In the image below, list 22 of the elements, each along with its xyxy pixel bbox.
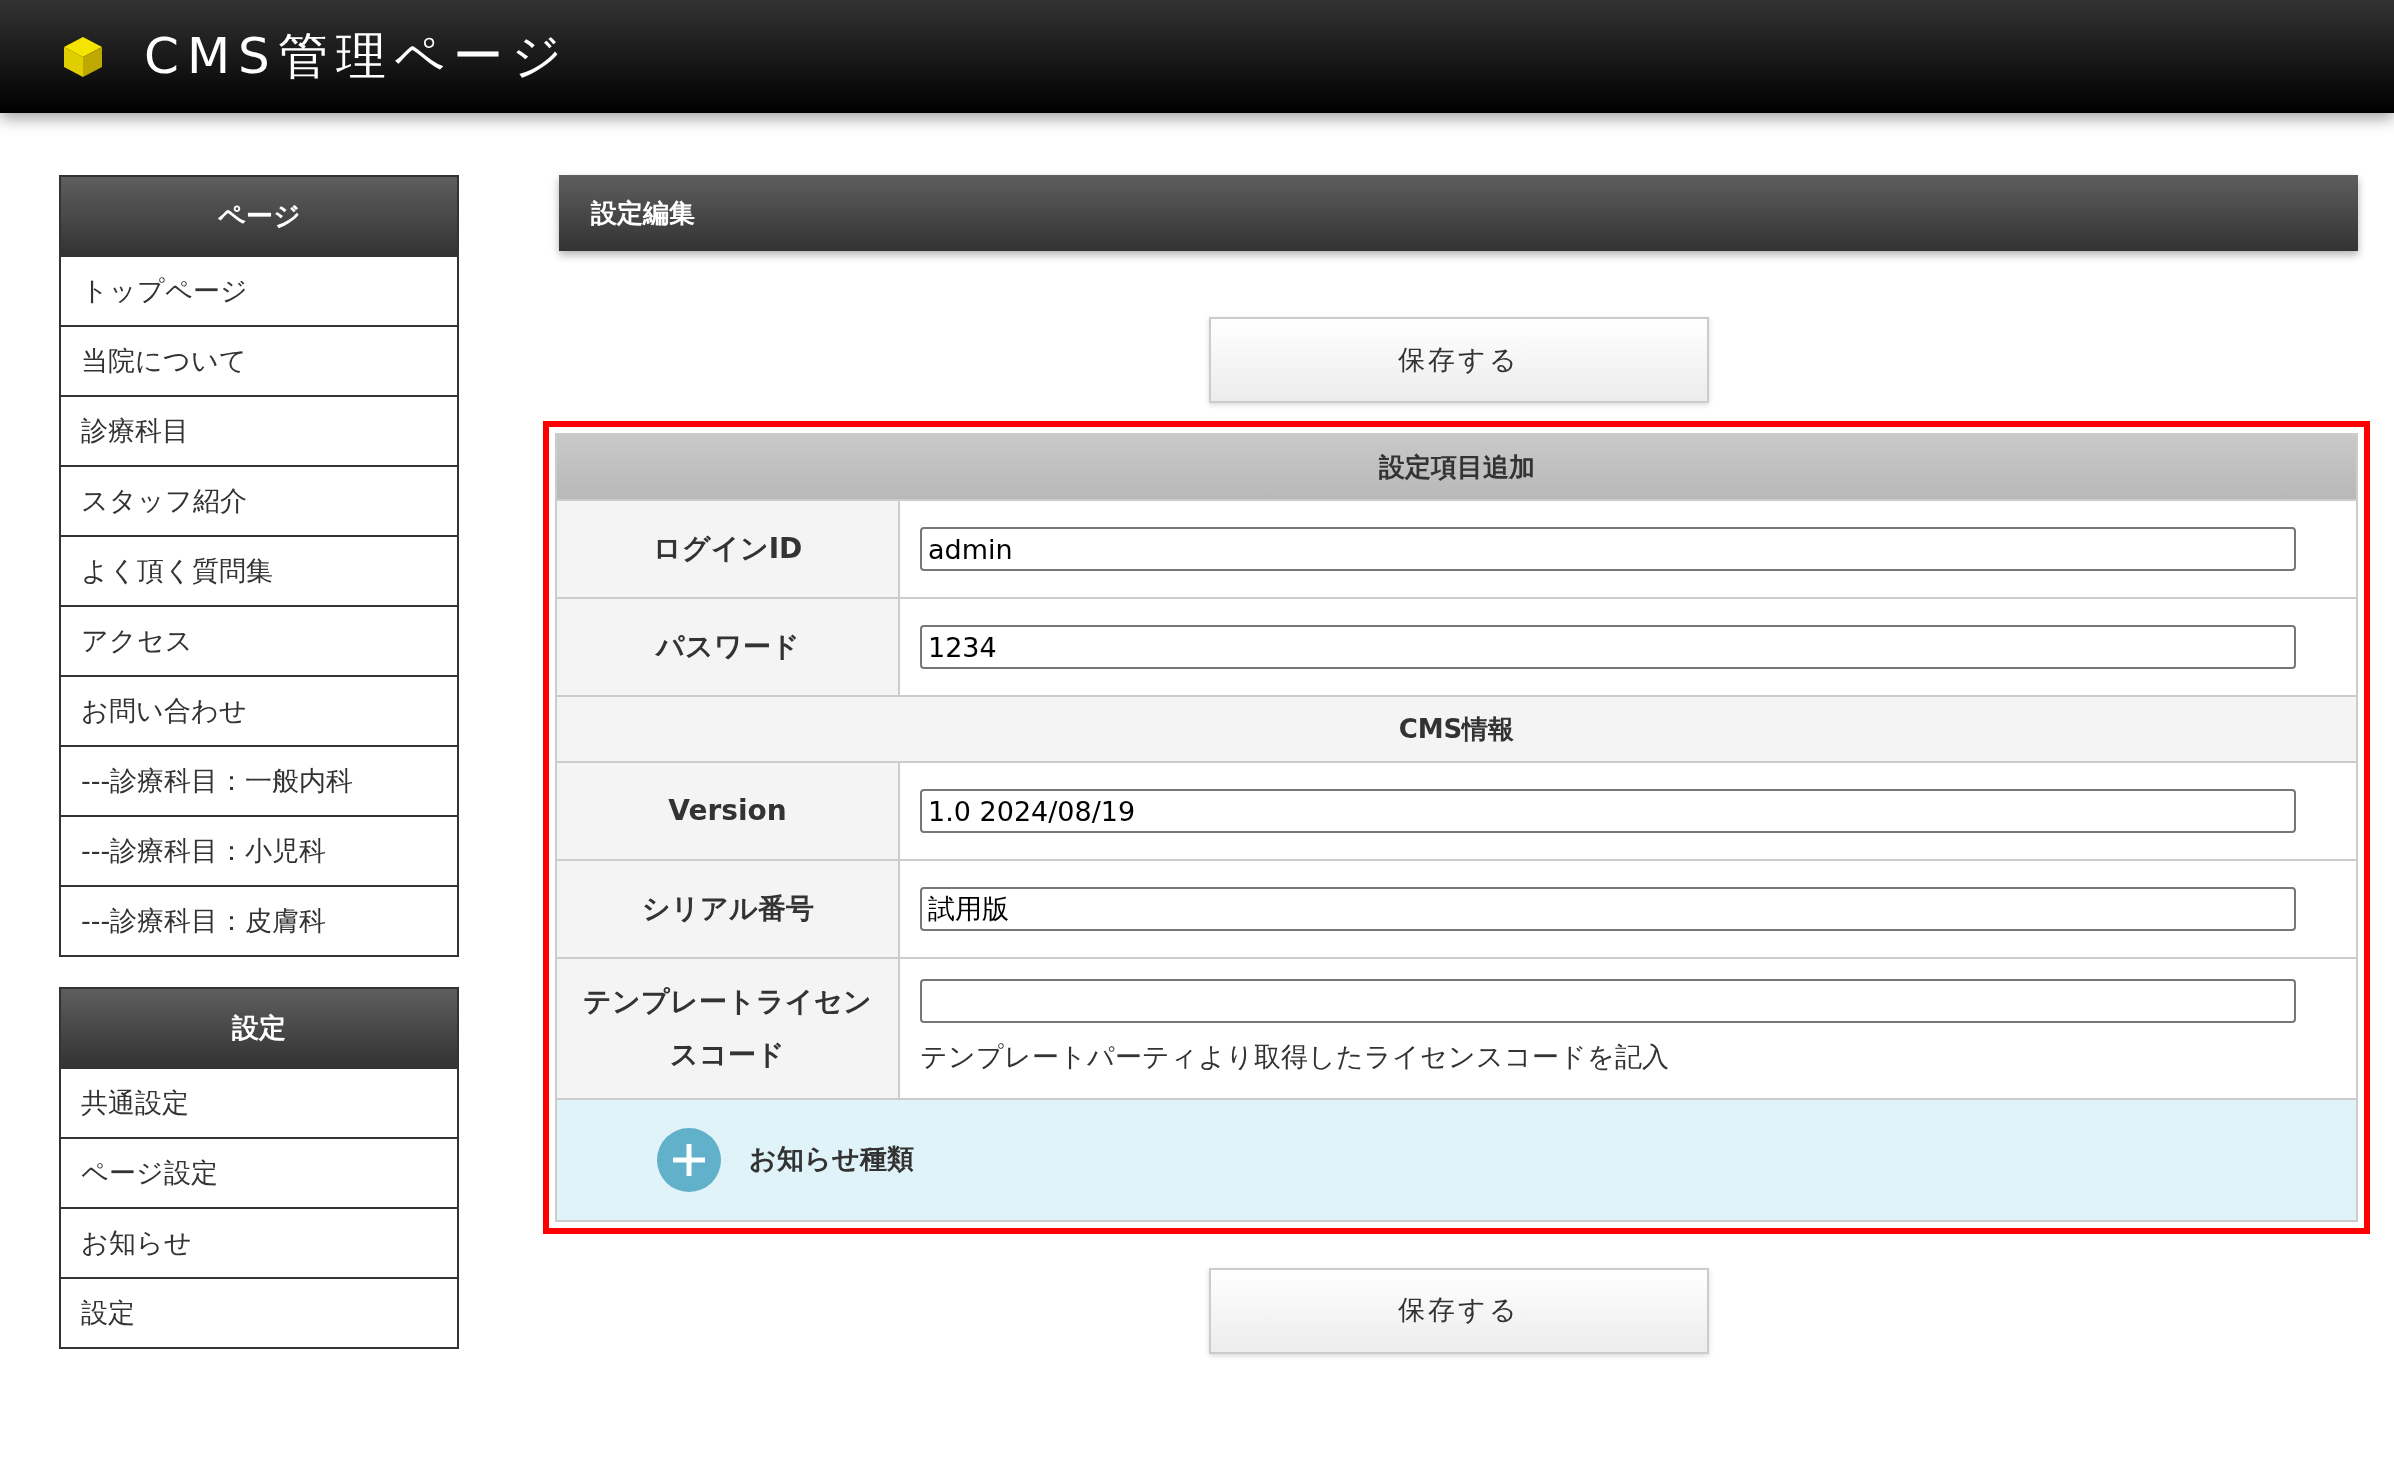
plus-circle-icon[interactable] (657, 1127, 721, 1192)
input-field[interactable] (920, 979, 2296, 1023)
section-heading: 設定項目追加 (557, 435, 2356, 501)
page-heading: 設定編集 (559, 175, 2358, 251)
input-field[interactable]: 1.0 2024/08/19 (920, 789, 2296, 833)
input-field[interactable]: admin (920, 527, 2296, 571)
section-heading: CMS情報 (557, 697, 2356, 763)
input-field[interactable]: 1234 (920, 625, 2296, 669)
sidebar-heading: 設定 (61, 989, 457, 1067)
field-label: シリアル番号 (557, 861, 900, 957)
field-label: Version (557, 763, 900, 859)
field-label: パスワード (557, 599, 900, 695)
field-note: テンプレートパーティより取得したライセンスコードを記入 (920, 1040, 1670, 1074)
sidebar-heading: ページ (61, 177, 457, 255)
field-label: ログインID (557, 501, 900, 597)
input-field[interactable]: 試用版 (920, 887, 2296, 931)
save-button[interactable]: 保存する (1208, 1267, 1709, 1354)
cube-icon (62, 34, 104, 79)
field-label: テンプレートライセンスコード (557, 959, 900, 1098)
save-button[interactable]: 保存する (1208, 317, 1709, 403)
app-title: CMS管理ページ (144, 26, 570, 87)
add-item-label: お知らせ種類 (749, 1142, 914, 1177)
